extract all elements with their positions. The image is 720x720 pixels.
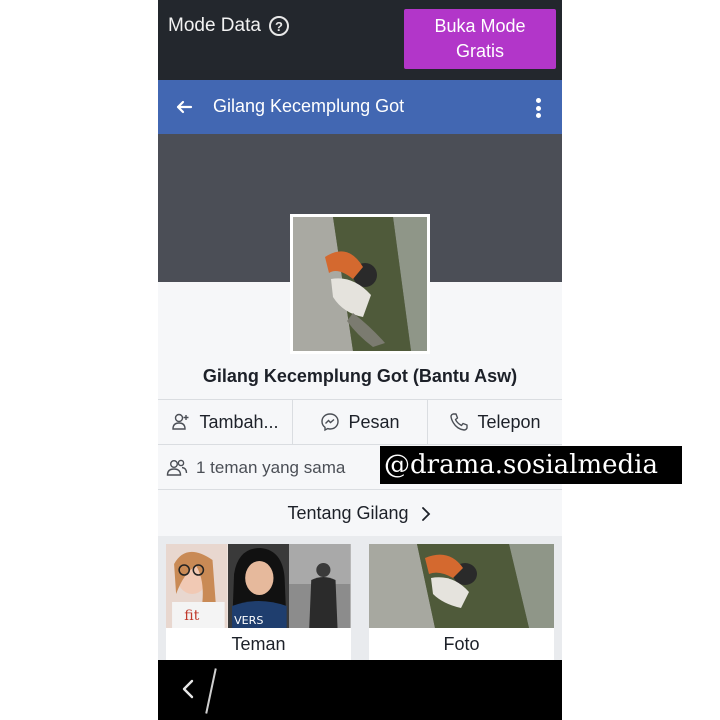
call-button[interactable]: Telepon bbox=[428, 400, 562, 444]
profile-tiles: fit VERS Teman Foto bbox=[158, 536, 562, 660]
profile-photo-image bbox=[293, 217, 427, 351]
watermark: @drama.sosialmedia bbox=[380, 446, 682, 484]
about-label: Tentang Gilang bbox=[287, 503, 409, 523]
profile-picture[interactable] bbox=[290, 214, 430, 354]
add-friend-label: Tambah... bbox=[199, 411, 279, 432]
friend-thumbnail[interactable]: fit bbox=[166, 544, 228, 628]
friends-icon bbox=[166, 459, 188, 476]
photos-tile-label: Foto bbox=[443, 634, 480, 654]
system-nav-bar bbox=[158, 660, 562, 720]
free-mode-button[interactable]: Buka Mode Gratis bbox=[404, 9, 556, 69]
question-circle-icon[interactable]: ? bbox=[268, 16, 289, 36]
nav-back-icon[interactable] bbox=[180, 678, 196, 700]
page-title: Gilang Kecemplung Got bbox=[213, 96, 405, 116]
more-vertical-icon[interactable] bbox=[536, 98, 542, 118]
photo-thumbnail[interactable] bbox=[369, 544, 554, 628]
svg-text:fit: fit bbox=[184, 608, 199, 624]
friend-thumbnail[interactable] bbox=[289, 544, 352, 628]
svg-text:VERS: VERS bbox=[234, 614, 263, 627]
friends-tile[interactable]: fit VERS Teman bbox=[166, 544, 352, 660]
photos-tile[interactable]: Foto bbox=[369, 544, 554, 660]
chevron-right-icon bbox=[421, 506, 430, 521]
profile-action-row: Tambah... Pesan Telepon bbox=[158, 399, 562, 445]
data-mode-label: Mode Data bbox=[168, 15, 261, 36]
message-button[interactable]: Pesan bbox=[293, 400, 428, 444]
friends-thumbnails: fit VERS bbox=[166, 544, 352, 628]
messenger-icon bbox=[321, 413, 340, 432]
nav-divider bbox=[205, 668, 217, 714]
friend-thumbnail[interactable]: VERS bbox=[227, 544, 290, 628]
free-mode-button-label: Buka Mode Gratis bbox=[434, 16, 526, 61]
data-mode-indicator: Mode Data ? bbox=[168, 15, 289, 37]
phone-icon bbox=[450, 413, 469, 431]
about-link[interactable]: Tentang Gilang bbox=[158, 491, 562, 536]
phone-screen: Mode Data ? Buka Mode Gratis Gilang Kece… bbox=[158, 0, 562, 720]
data-mode-bar: Mode Data ? Buka Mode Gratis bbox=[158, 0, 562, 80]
message-label: Pesan bbox=[348, 411, 400, 432]
app-bar: Gilang Kecemplung Got bbox=[158, 80, 562, 134]
call-label: Telepon bbox=[477, 411, 541, 432]
add-friend-icon bbox=[172, 413, 189, 430]
friends-tile-label: Teman bbox=[231, 634, 286, 654]
profile-name: Gilang Kecemplung Got (Bantu Asw) bbox=[202, 366, 518, 386]
add-friend-button[interactable]: Tambah... bbox=[158, 400, 293, 444]
mutual-friends-label: 1 teman yang sama bbox=[196, 457, 346, 477]
arrow-left-icon[interactable] bbox=[174, 97, 194, 117]
